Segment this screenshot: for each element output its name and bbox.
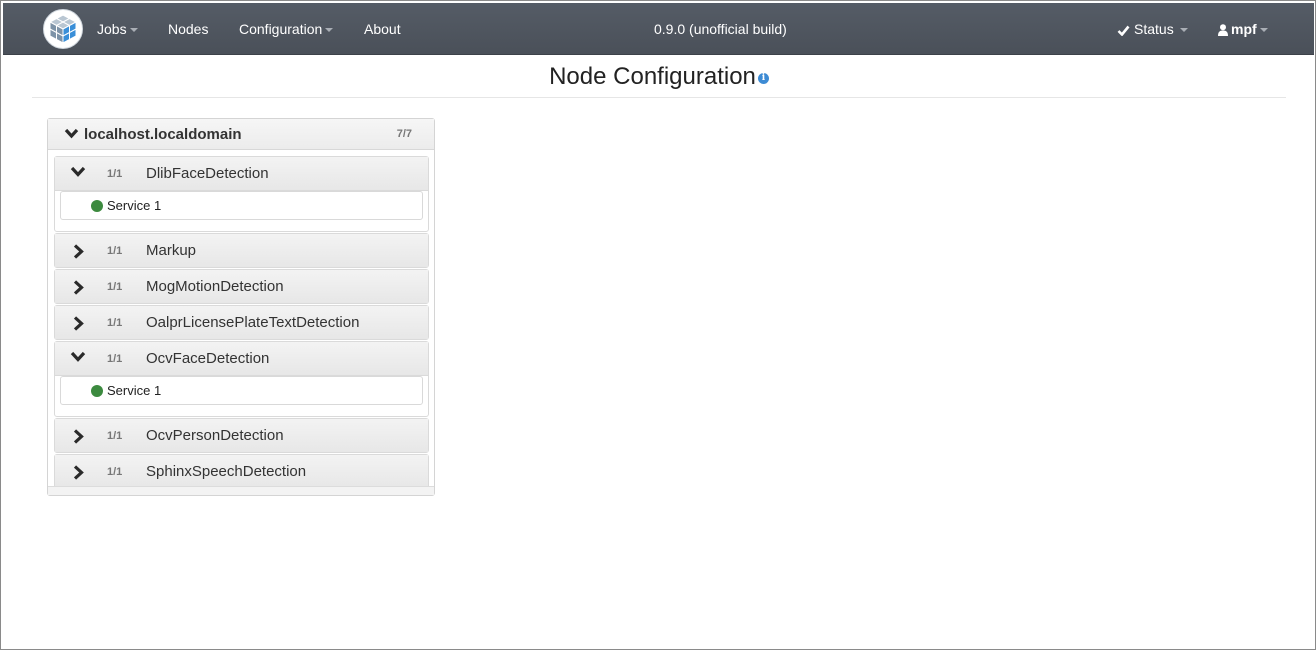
service-group: 1/1 OcvPersonDetection: [54, 418, 429, 453]
service-header-sphinxspeechdetection[interactable]: 1/1 SphinxSpeechDetection: [55, 455, 428, 488]
nav-jobs[interactable]: Jobs: [97, 3, 138, 55]
caret-down-icon: [325, 28, 334, 33]
nav-nodes-label: Nodes: [168, 21, 209, 37]
service-instance-row[interactable]: Service 1: [60, 191, 423, 220]
service-count: 1/1: [107, 466, 123, 478]
user-icon: [1218, 24, 1228, 37]
service-group: 1/1 SphinxSpeechDetection: [54, 454, 429, 489]
caret-down-icon: [129, 28, 138, 33]
service-group: 1/1 OalprLicensePlateTextDetection: [54, 305, 429, 340]
status-running-icon: [91, 200, 103, 212]
service-count: 1/1: [107, 245, 123, 257]
version-label: 0.9.0 (unofficial build): [654, 21, 787, 37]
chevron-down-icon: [64, 128, 79, 139]
top-navbar: Jobs Nodes Configuration About 0.9.0 (un…: [3, 3, 1314, 55]
service-header-ocvpersondetection[interactable]: 1/1 OcvPersonDetection: [55, 419, 428, 452]
service-name: MogMotionDetection: [146, 278, 284, 295]
service-group: 1/1 DlibFaceDetection Service 1: [54, 156, 429, 232]
check-icon: [1117, 25, 1130, 36]
node-panel-footer: [48, 486, 434, 495]
service-count: 1/1: [107, 168, 123, 180]
nav-about[interactable]: About: [364, 3, 401, 55]
service-instances: Service 1: [55, 190, 428, 231]
chevron-right-icon: [73, 280, 84, 295]
service-header-oalprlicenseplatetextdetection[interactable]: 1/1 OalprLicensePlateTextDetection: [55, 306, 428, 339]
service-instances: Service 1: [55, 375, 428, 416]
service-count: 1/1: [107, 317, 123, 329]
page-title-text: Node Configuration: [549, 63, 756, 90]
node-name: localhost.localdomain: [84, 126, 242, 143]
status-menu[interactable]: Status: [1117, 3, 1188, 55]
chevron-right-icon: [73, 244, 84, 259]
service-header-ocvfacedetection[interactable]: 1/1 OcvFaceDetection: [55, 342, 428, 375]
user-label: mpf: [1231, 21, 1257, 37]
service-instance-label: Service 1: [107, 383, 162, 398]
page-title: Node Configuration i: [1, 63, 1316, 91]
service-list: 1/1 DlibFaceDetection Service 1 1/1 Mark…: [54, 156, 429, 490]
service-header-markup[interactable]: 1/1 Markup: [55, 234, 428, 267]
user-menu[interactable]: mpf: [1218, 3, 1268, 55]
service-count: 1/1: [107, 281, 123, 293]
caret-down-icon: [1259, 28, 1268, 33]
service-name: OalprLicensePlateTextDetection: [146, 314, 360, 331]
service-name: Markup: [146, 242, 197, 259]
service-name: OcvFaceDetection: [146, 350, 270, 367]
service-name: OcvPersonDetection: [146, 427, 284, 444]
caret-down-icon: [1179, 28, 1188, 33]
nav-configuration-label: Configuration: [239, 21, 323, 37]
info-circle-icon[interactable]: i: [757, 73, 769, 85]
node-panel: localhost.localdomain 7/7 1/1 DlibFaceDe…: [47, 118, 435, 496]
service-count: 1/1: [107, 430, 123, 442]
status-running-icon: [91, 385, 103, 397]
service-instance-row[interactable]: Service 1: [60, 376, 423, 405]
nav-about-label: About: [364, 21, 401, 37]
app-logo[interactable]: [43, 9, 83, 49]
divider: [32, 97, 1286, 98]
service-group: 1/1 MogMotionDetection: [54, 269, 429, 304]
chevron-right-icon: [73, 465, 84, 480]
nav-configuration[interactable]: Configuration: [239, 3, 334, 55]
chevron-down-icon: [70, 166, 86, 177]
nav-nodes[interactable]: Nodes: [168, 3, 208, 55]
service-group: 1/1 OcvFaceDetection Service 1: [54, 341, 429, 417]
service-name: DlibFaceDetection: [146, 165, 269, 182]
service-count: 1/1: [107, 353, 123, 365]
service-group: 1/1 Markup: [54, 233, 429, 268]
status-label: Status: [1134, 21, 1174, 37]
app-window: Jobs Nodes Configuration About 0.9.0 (un…: [0, 0, 1316, 650]
service-name: SphinxSpeechDetection: [146, 463, 307, 480]
chevron-right-icon: [73, 316, 84, 331]
node-header[interactable]: localhost.localdomain 7/7: [48, 119, 434, 150]
service-header-mogmotiondetection[interactable]: 1/1 MogMotionDetection: [55, 270, 428, 303]
service-header-dlibfacedetection[interactable]: 1/1 DlibFaceDetection: [55, 157, 428, 190]
service-instance-label: Service 1: [107, 198, 162, 213]
cube-logo-icon: [48, 14, 78, 44]
nav-jobs-label: Jobs: [97, 21, 127, 37]
node-count-badge: 7/7: [396, 128, 412, 140]
chevron-down-icon: [70, 351, 86, 362]
chevron-right-icon: [73, 429, 84, 444]
